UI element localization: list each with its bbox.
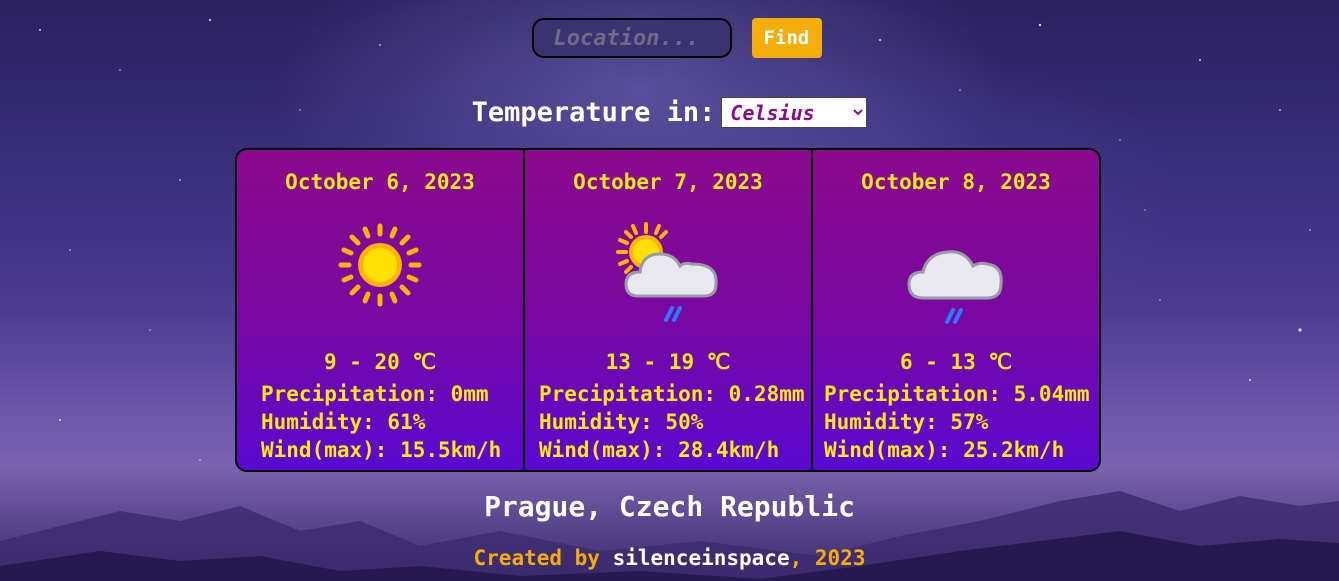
temperature-range: 9 - 20 ℃ bbox=[323, 350, 437, 374]
temperature-unit-label: Temperature in: bbox=[471, 97, 716, 128]
find-button[interactable]: Find bbox=[751, 18, 822, 58]
credits-suffix: , 2023 bbox=[789, 546, 866, 570]
wind-stat: Wind(max): 28.4km/h bbox=[539, 438, 780, 462]
search-bar: Find bbox=[0, 18, 1339, 58]
weather-stats: Precipitation: 0.28mm Humidity: 50% Wind… bbox=[539, 380, 807, 464]
precipitation-stat: Precipitation: 0.28mm bbox=[539, 382, 805, 406]
weather-stats: Precipitation: 5.04mm Humidity: 57% Wind… bbox=[824, 380, 1095, 464]
author-name: silenceinspace bbox=[612, 546, 790, 570]
location-title: Prague, Czech Republic bbox=[484, 490, 855, 523]
forecast-day-card: October 8, 2023 6 - 13 ℃ Precipitation: … bbox=[813, 150, 1099, 470]
forecast-date: October 6, 2023 bbox=[285, 170, 475, 194]
temperature-range: 13 - 19 ℃ bbox=[605, 350, 731, 374]
forecast-date: October 8, 2023 bbox=[861, 170, 1051, 194]
sun-cloud-rain-icon bbox=[608, 220, 728, 334]
temperature-range: 6 - 13 ℃ bbox=[899, 350, 1013, 374]
sun-icon bbox=[335, 220, 425, 314]
forecast-day-card: October 6, 2023 9 - 20 ℃ Precipitation: … bbox=[237, 150, 525, 470]
location-input[interactable] bbox=[531, 18, 732, 58]
wind-stat: Wind(max): 25.2km/h bbox=[824, 438, 1065, 462]
credits-prefix: Created by bbox=[473, 546, 613, 570]
wind-stat: Wind(max): 15.5km/h bbox=[261, 438, 502, 462]
weather-stats: Precipitation: 0mm Humidity: 61% Wind(ma… bbox=[261, 380, 519, 464]
humidity-stat: Humidity: 50% bbox=[539, 410, 704, 434]
forecast-day-card: October 7, 2023 13 - 19 ℃ Precipitation:… bbox=[525, 150, 813, 470]
forecast-panel: October 6, 2023 9 - 20 ℃ Precipitation: … bbox=[235, 148, 1101, 472]
precipitation-stat: Precipitation: 5.04mm bbox=[824, 382, 1090, 406]
temperature-unit-select[interactable]: Celsius bbox=[721, 97, 868, 128]
precipitation-stat: Precipitation: 0mm bbox=[261, 382, 489, 406]
temperature-unit-row: Temperature in: Celsius bbox=[0, 97, 1339, 128]
humidity-stat: Humidity: 61% bbox=[261, 410, 426, 434]
humidity-stat: Humidity: 57% bbox=[824, 410, 989, 434]
credits-footer: Created by silenceinspace, 2023 bbox=[0, 546, 1339, 570]
cloud-rain-icon bbox=[901, 220, 1011, 334]
forecast-date: October 7, 2023 bbox=[573, 170, 763, 194]
